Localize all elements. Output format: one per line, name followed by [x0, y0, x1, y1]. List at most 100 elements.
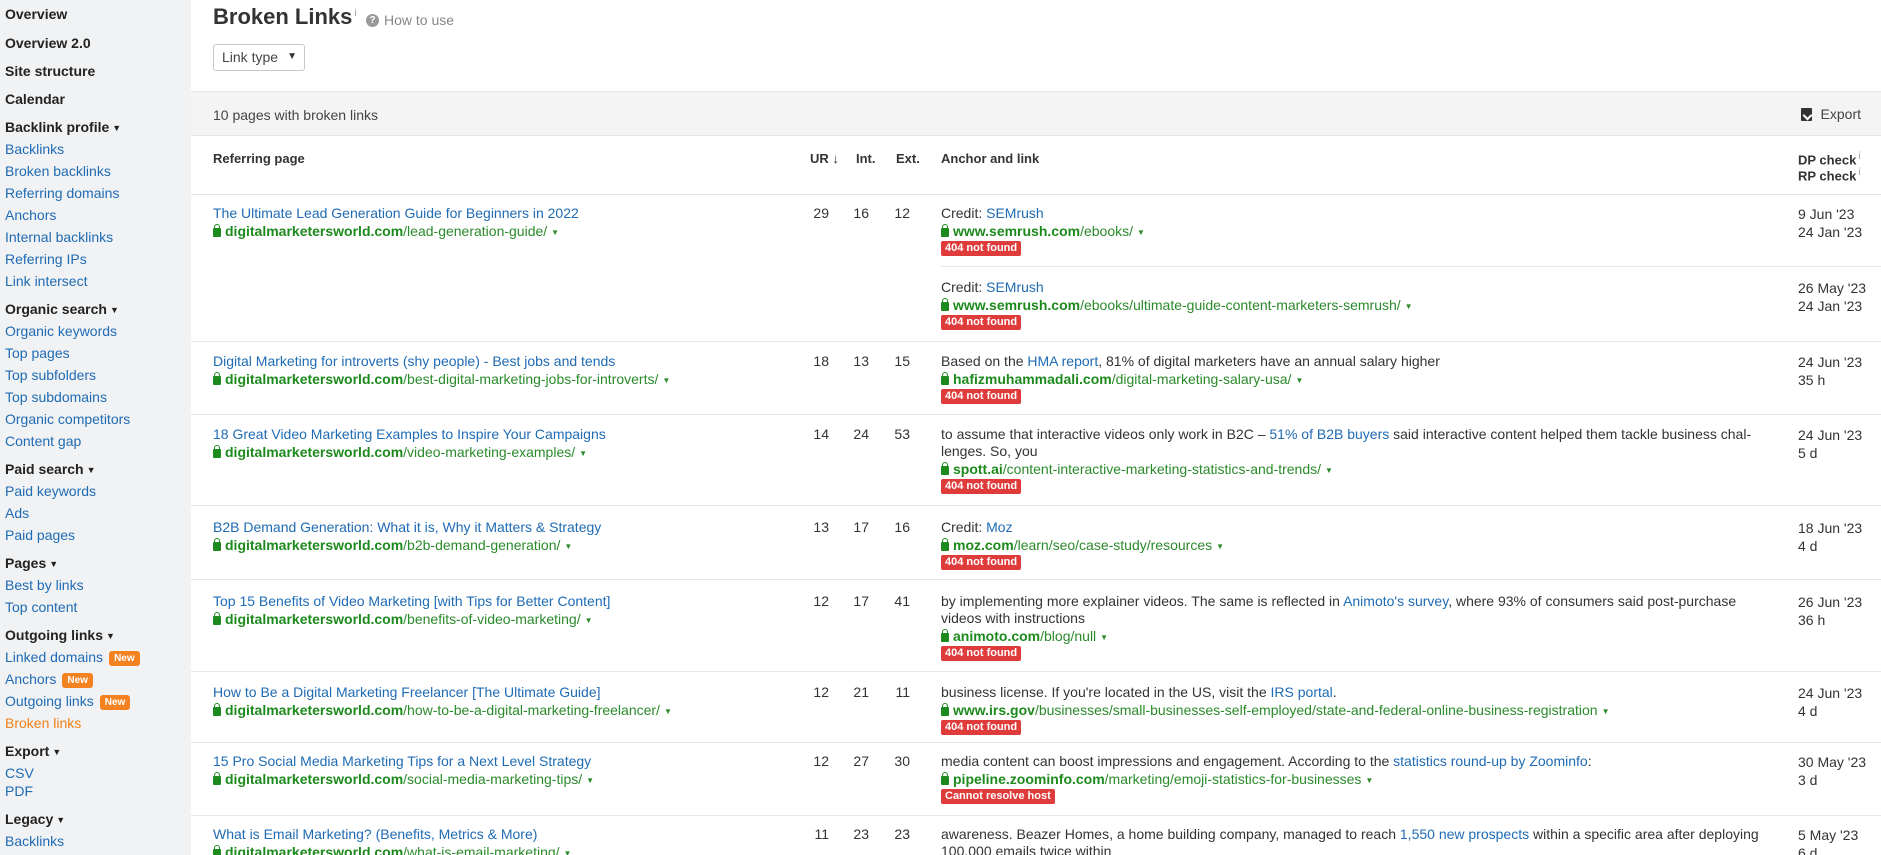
referring-page-title-link[interactable]: 15 Pro Social Media Marketing Tips for a… — [213, 753, 591, 769]
sidebar-section-legacy[interactable]: Legacy ▼ — [5, 811, 65, 827]
col-ext[interactable]: Ext. — [896, 151, 920, 166]
referring-page-title-link[interactable]: Digital Marketing for introverts (shy pe… — [213, 353, 615, 369]
caret-down-icon[interactable]: ▼ — [585, 616, 593, 625]
anchor-link[interactable]: HMA report — [1027, 353, 1098, 369]
sidebar-item-overview[interactable]: Overview — [5, 6, 67, 22]
caret-down-icon[interactable]: ▼ — [564, 849, 572, 855]
sidebar-item-legacy-backlinks[interactable]: Backlinks — [5, 833, 64, 849]
sidebar-section-pages[interactable]: Pages ▼ — [5, 555, 58, 571]
sidebar-item-broken-backlinks[interactable]: Broken backlinks — [5, 163, 111, 179]
sidebar-item-ads[interactable]: Ads — [5, 505, 29, 521]
anchor-link[interactable]: Moz — [986, 519, 1012, 535]
caret-down-icon[interactable]: ▼ — [551, 228, 559, 237]
ext-value: 53 — [894, 426, 910, 442]
caret-down-icon[interactable]: ▼ — [1365, 776, 1373, 785]
caret-down-icon[interactable]: ▼ — [579, 449, 587, 458]
sidebar-item-best-by-links[interactable]: Best by links — [5, 577, 84, 593]
col-dp-check[interactable]: DP check i — [1798, 151, 1861, 167]
anchor-link[interactable]: statistics round-up by Zoominfo — [1393, 753, 1588, 769]
sidebar-item-content-gap[interactable]: Content gap — [5, 433, 81, 449]
sidebar-item-top-content[interactable]: Top content — [5, 599, 77, 615]
sidebar-item-referring-ips[interactable]: Referring IPs — [5, 251, 87, 267]
sidebar-item-calendar[interactable]: Calendar — [5, 91, 65, 107]
export-button[interactable]: Export — [1800, 106, 1861, 122]
target-link-url[interactable]: www.semrush.com/ebooks/ultimate-guide-co… — [941, 297, 1413, 313]
sidebar-item-top-subdomains[interactable]: Top subdomains — [5, 389, 107, 405]
sidebar-item-internal-backlinks[interactable]: Internal backlinks — [5, 229, 113, 245]
status-badge: 404 not found — [941, 479, 1022, 494]
caret-down-icon[interactable]: ▼ — [1325, 466, 1333, 475]
target-link-url[interactable]: moz.com/learn/seo/case-study/resources ▼ — [941, 537, 1224, 553]
caret-down-icon[interactable]: ▼ — [1295, 376, 1303, 385]
sidebar-item-paid-pages[interactable]: Paid pages — [5, 527, 75, 543]
sidebar-item-site-structure[interactable]: Site structure — [5, 63, 95, 79]
page-title: Broken Links i — [213, 4, 357, 29]
sidebar-section-paid-search[interactable]: Paid search ▼ — [5, 461, 96, 477]
sidebar-item-linked-domains[interactable]: Linked domains New — [5, 649, 140, 666]
col-int[interactable]: Int. — [856, 151, 876, 166]
anchor-link[interactable]: IRS portal — [1271, 684, 1333, 700]
referring-page-title-link[interactable]: What is Email Marketing? (Benefits, Metr… — [213, 826, 537, 842]
sidebar-item-paid-keywords[interactable]: Paid keywords — [5, 483, 96, 499]
caret-down-icon[interactable]: ▼ — [1602, 707, 1610, 716]
sidebar-item-backlinks[interactable]: Backlinks — [5, 141, 64, 157]
info-icon[interactable]: i — [354, 8, 356, 19]
how-to-use-link[interactable]: ? How to use — [366, 12, 454, 28]
caret-down-icon[interactable]: ▼ — [1216, 542, 1224, 551]
caret-down-icon[interactable]: ▼ — [564, 542, 572, 551]
sidebar-item-top-subfolders[interactable]: Top subfolders — [5, 367, 96, 383]
anchor-link[interactable]: 51% of B2B buyers — [1269, 426, 1389, 442]
sidebar-item-broken-links[interactable]: Broken links — [5, 715, 81, 731]
lock-icon — [213, 224, 221, 237]
caret-down-icon[interactable]: ▼ — [586, 776, 594, 785]
referring-page-title-link[interactable]: How to Be a Digital Marketing Freelancer… — [213, 684, 601, 700]
col-rp-check[interactable]: RP check i — [1798, 167, 1861, 183]
sidebar-item-organic-keywords[interactable]: Organic keywords — [5, 323, 117, 339]
sidebar-item-overview-2[interactable]: Overview 2.0 — [5, 35, 91, 51]
sidebar-item-outgoing-anchors[interactable]: Anchors New — [5, 671, 93, 688]
target-link-url[interactable]: hafizmuhammadali.com/digital-marketing-s… — [941, 371, 1303, 387]
col-ur[interactable]: UR ↓ — [810, 151, 839, 166]
col-anchor-and-link[interactable]: Anchor and link — [941, 151, 1039, 166]
referring-page-url[interactable]: digitalmarketersworld.com/benefits-of-vi… — [213, 611, 593, 627]
referring-page-url[interactable]: digitalmarketersworld.com/how-to-be-a-di… — [213, 702, 672, 718]
referring-page-title-link[interactable]: Top 15 Benefits of Video Marketing [with… — [213, 593, 610, 609]
target-link-url[interactable]: animoto.com/blog/null ▼ — [941, 628, 1108, 644]
referring-page-title-link[interactable]: B2B Demand Generation: What it is, Why i… — [213, 519, 601, 535]
referring-page-title-link[interactable]: The Ultimate Lead Generation Guide for B… — [213, 205, 579, 221]
caret-down-icon[interactable]: ▼ — [1100, 633, 1108, 642]
sidebar-item-outgoing-links[interactable]: Outgoing links New — [5, 693, 131, 710]
caret-down-icon[interactable]: ▼ — [1405, 302, 1413, 311]
referring-page-url[interactable]: digitalmarketersworld.com/best-digital-m… — [213, 371, 670, 387]
sidebar-item-referring-domains[interactable]: Referring domains — [5, 185, 119, 201]
anchor-link[interactable]: 1,550 new prospects — [1400, 826, 1529, 842]
caret-down-icon[interactable]: ▼ — [1137, 228, 1145, 237]
anchor-link[interactable]: Animoto's survey — [1343, 593, 1448, 609]
referring-page-url[interactable]: digitalmarketersworld.com/b2b-demand-gen… — [213, 537, 572, 553]
referring-page-url[interactable]: digitalmarketersworld.com/lead-generatio… — [213, 223, 559, 239]
sidebar-item-pdf[interactable]: PDF — [5, 783, 33, 799]
sidebar-item-link-intersect[interactable]: Link intersect — [5, 273, 87, 289]
sidebar-item-top-pages[interactable]: Top pages — [5, 345, 70, 361]
anchor-link[interactable]: SEMrush — [986, 205, 1044, 221]
sidebar-section-export[interactable]: Export ▼ — [5, 743, 61, 759]
sidebar-item-anchors[interactable]: Anchors — [5, 207, 56, 223]
sidebar-item-csv[interactable]: CSV — [5, 765, 34, 781]
target-link-url[interactable]: spott.ai/content-interactive-marketing-s… — [941, 461, 1333, 477]
sidebar-section-backlink-profile[interactable]: Backlink profile ▼ — [5, 119, 121, 135]
sidebar-section-outgoing-links[interactable]: Outgoing links ▼ — [5, 627, 115, 643]
referring-page-url[interactable]: digitalmarketersworld.com/what-is-email-… — [213, 844, 571, 855]
col-referring-page[interactable]: Referring page — [213, 151, 305, 166]
referring-page-title-link[interactable]: 18 Great Video Marketing Examples to Ins… — [213, 426, 606, 442]
sidebar-item-organic-competitors[interactable]: Organic competitors — [5, 411, 130, 427]
caret-down-icon[interactable]: ▼ — [664, 707, 672, 716]
caret-down-icon[interactable]: ▼ — [662, 376, 670, 385]
referring-page-url[interactable]: digitalmarketersworld.com/video-marketin… — [213, 444, 587, 460]
link-type-dropdown[interactable]: Link type ▼ — [213, 44, 305, 71]
anchor-link[interactable]: SEMrush — [986, 279, 1044, 295]
referring-page-url[interactable]: digitalmarketersworld.com/social-media-m… — [213, 771, 594, 787]
target-link-url[interactable]: www.semrush.com/ebooks/▼ — [941, 223, 1145, 239]
target-link-url[interactable]: www.irs.gov/businesses/small-businesses-… — [941, 702, 1609, 718]
sidebar-section-organic-search[interactable]: Organic search ▼ — [5, 301, 119, 317]
target-link-url[interactable]: pipeline.zoominfo.com/marketing/emoji-st… — [941, 771, 1373, 787]
